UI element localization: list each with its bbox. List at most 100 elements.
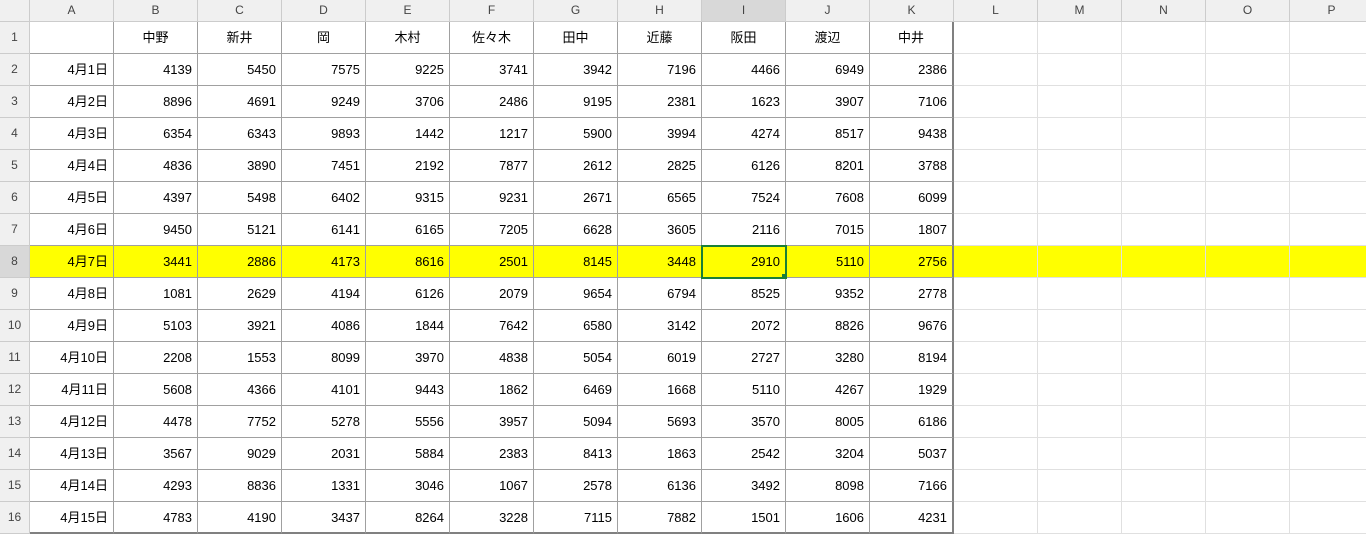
cell-E3[interactable]: 3706 [366, 86, 450, 118]
cell-C8[interactable]: 2886 [198, 246, 282, 278]
row-header-7[interactable]: 7 [0, 214, 30, 246]
cell-N6[interactable] [1122, 182, 1206, 214]
cell-J7[interactable]: 7015 [786, 214, 870, 246]
cell-E4[interactable]: 1442 [366, 118, 450, 150]
cell-N9[interactable] [1122, 278, 1206, 310]
cell-A8[interactable]: 4月7日 [30, 246, 114, 278]
cell-B15[interactable]: 4293 [114, 470, 198, 502]
cell-L9[interactable] [954, 278, 1038, 310]
cell-C1[interactable]: 新井 [198, 22, 282, 54]
column-header-F[interactable]: F [450, 0, 534, 22]
cell-J4[interactable]: 8517 [786, 118, 870, 150]
cell-L16[interactable] [954, 502, 1038, 534]
cell-J13[interactable]: 8005 [786, 406, 870, 438]
row-header-16[interactable]: 16 [0, 502, 30, 534]
cell-L6[interactable] [954, 182, 1038, 214]
cell-B14[interactable]: 3567 [114, 438, 198, 470]
spreadsheet-grid[interactable]: ABCDEFGHIJKLMNOP1中野新井岡木村佐々木田中近藤阪田渡辺中井24月… [0, 0, 1366, 534]
cell-D9[interactable]: 4194 [282, 278, 366, 310]
cell-N16[interactable] [1122, 502, 1206, 534]
cell-H7[interactable]: 3605 [618, 214, 702, 246]
cell-J12[interactable]: 4267 [786, 374, 870, 406]
cell-M8[interactable] [1038, 246, 1122, 278]
cell-N1[interactable] [1122, 22, 1206, 54]
cell-J14[interactable]: 3204 [786, 438, 870, 470]
cell-A4[interactable]: 4月3日 [30, 118, 114, 150]
cell-M12[interactable] [1038, 374, 1122, 406]
cell-K14[interactable]: 5037 [870, 438, 954, 470]
cell-G7[interactable]: 6628 [534, 214, 618, 246]
cell-I16[interactable]: 1501 [702, 502, 786, 534]
cell-O1[interactable] [1206, 22, 1290, 54]
row-header-6[interactable]: 6 [0, 182, 30, 214]
cell-I15[interactable]: 3492 [702, 470, 786, 502]
cell-K5[interactable]: 3788 [870, 150, 954, 182]
cell-B13[interactable]: 4478 [114, 406, 198, 438]
cell-K9[interactable]: 2778 [870, 278, 954, 310]
cell-B1[interactable]: 中野 [114, 22, 198, 54]
cell-A6[interactable]: 4月5日 [30, 182, 114, 214]
cell-N2[interactable] [1122, 54, 1206, 86]
cell-P3[interactable] [1290, 86, 1366, 118]
select-all-corner[interactable] [0, 0, 30, 22]
cell-F6[interactable]: 9231 [450, 182, 534, 214]
cell-A15[interactable]: 4月14日 [30, 470, 114, 502]
cell-L11[interactable] [954, 342, 1038, 374]
cell-J9[interactable]: 9352 [786, 278, 870, 310]
cell-C5[interactable]: 3890 [198, 150, 282, 182]
cell-D6[interactable]: 6402 [282, 182, 366, 214]
cell-N11[interactable] [1122, 342, 1206, 374]
cell-I10[interactable]: 2072 [702, 310, 786, 342]
cell-H10[interactable]: 3142 [618, 310, 702, 342]
cell-E1[interactable]: 木村 [366, 22, 450, 54]
cell-B4[interactable]: 6354 [114, 118, 198, 150]
cell-K8[interactable]: 2756 [870, 246, 954, 278]
cell-O8[interactable] [1206, 246, 1290, 278]
cell-D12[interactable]: 4101 [282, 374, 366, 406]
cell-I3[interactable]: 1623 [702, 86, 786, 118]
cell-D2[interactable]: 7575 [282, 54, 366, 86]
cell-M16[interactable] [1038, 502, 1122, 534]
cell-P2[interactable] [1290, 54, 1366, 86]
cell-J2[interactable]: 6949 [786, 54, 870, 86]
cell-F10[interactable]: 7642 [450, 310, 534, 342]
cell-K6[interactable]: 6099 [870, 182, 954, 214]
cell-G15[interactable]: 2578 [534, 470, 618, 502]
cell-O16[interactable] [1206, 502, 1290, 534]
cell-D10[interactable]: 4086 [282, 310, 366, 342]
cell-O4[interactable] [1206, 118, 1290, 150]
cell-P4[interactable] [1290, 118, 1366, 150]
column-header-G[interactable]: G [534, 0, 618, 22]
cell-P12[interactable] [1290, 374, 1366, 406]
column-header-J[interactable]: J [786, 0, 870, 22]
cell-C3[interactable]: 4691 [198, 86, 282, 118]
row-header-10[interactable]: 10 [0, 310, 30, 342]
cell-K7[interactable]: 1807 [870, 214, 954, 246]
cell-L14[interactable] [954, 438, 1038, 470]
cell-D7[interactable]: 6141 [282, 214, 366, 246]
cell-K3[interactable]: 7106 [870, 86, 954, 118]
column-header-C[interactable]: C [198, 0, 282, 22]
cell-M13[interactable] [1038, 406, 1122, 438]
cell-M4[interactable] [1038, 118, 1122, 150]
cell-M6[interactable] [1038, 182, 1122, 214]
column-header-B[interactable]: B [114, 0, 198, 22]
cell-K16[interactable]: 4231 [870, 502, 954, 534]
cell-H16[interactable]: 7882 [618, 502, 702, 534]
cell-D14[interactable]: 2031 [282, 438, 366, 470]
cell-P9[interactable] [1290, 278, 1366, 310]
cell-P10[interactable] [1290, 310, 1366, 342]
row-header-9[interactable]: 9 [0, 278, 30, 310]
cell-I9[interactable]: 8525 [702, 278, 786, 310]
cell-B5[interactable]: 4836 [114, 150, 198, 182]
cell-B6[interactable]: 4397 [114, 182, 198, 214]
cell-H2[interactable]: 7196 [618, 54, 702, 86]
cell-F14[interactable]: 2383 [450, 438, 534, 470]
row-header-4[interactable]: 4 [0, 118, 30, 150]
cell-A7[interactable]: 4月6日 [30, 214, 114, 246]
cell-L8[interactable] [954, 246, 1038, 278]
cell-G1[interactable]: 田中 [534, 22, 618, 54]
cell-I1[interactable]: 阪田 [702, 22, 786, 54]
cell-H4[interactable]: 3994 [618, 118, 702, 150]
cell-B2[interactable]: 4139 [114, 54, 198, 86]
